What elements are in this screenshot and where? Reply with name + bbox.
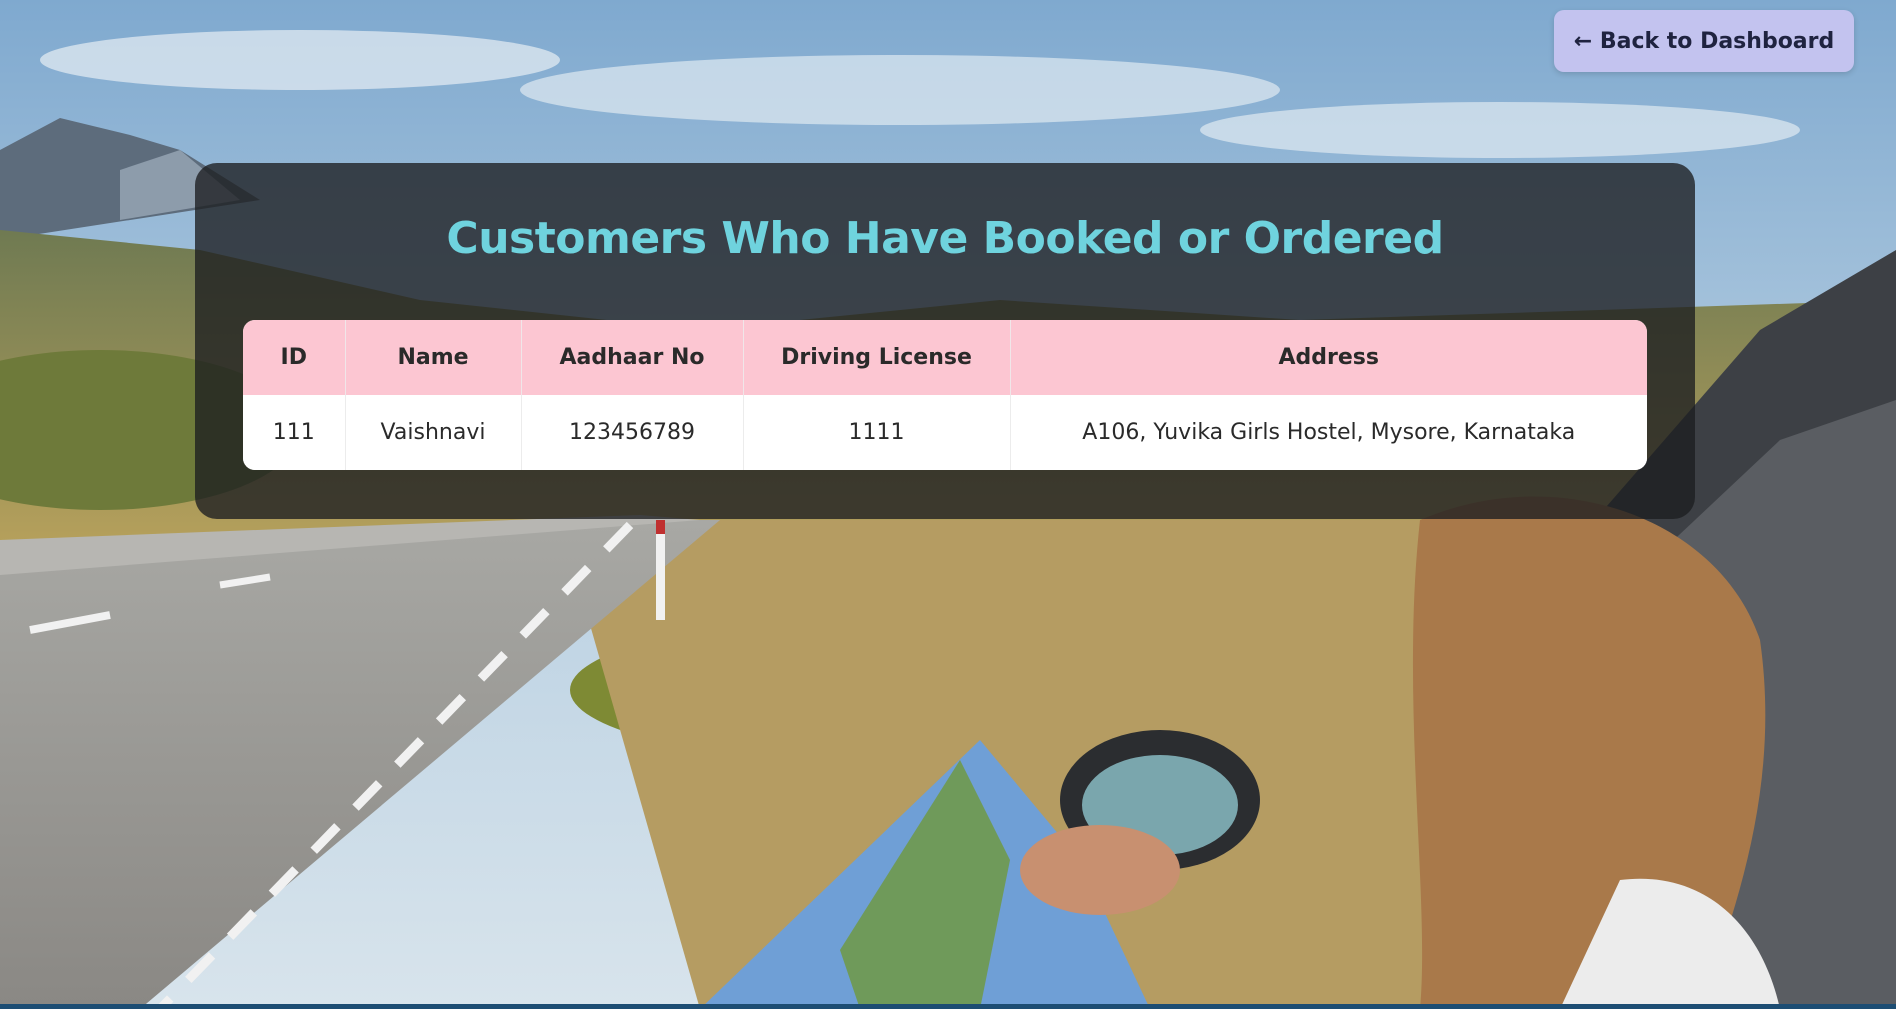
table-header-row: ID Name Aadhaar No Driving License Addre… (243, 320, 1647, 395)
cell-name: Vaishnavi (345, 395, 522, 470)
cell-driving-license: 1111 (743, 395, 1011, 470)
cell-aadhaar: 123456789 (521, 395, 744, 470)
cell-id: 111 (243, 395, 346, 470)
page-title: Customers Who Have Booked or Ordered (446, 213, 1444, 264)
table-row: 111 Vaishnavi 123456789 1111 A106, Yuvik… (243, 395, 1647, 470)
back-to-dashboard-button[interactable]: ← Back to Dashboard (1554, 10, 1854, 72)
column-header-address: Address (1010, 320, 1647, 395)
customers-table: ID Name Aadhaar No Driving License Addre… (243, 320, 1647, 470)
column-header-driving-license: Driving License (743, 320, 1011, 395)
column-header-name: Name (345, 320, 522, 395)
column-header-id: ID (243, 320, 346, 395)
customers-table-container: ID Name Aadhaar No Driving License Addre… (243, 320, 1647, 470)
column-header-aadhaar: Aadhaar No (521, 320, 744, 395)
cell-address: A106, Yuvika Girls Hostel, Mysore, Karna… (1010, 395, 1647, 470)
customers-panel: Customers Who Have Booked or Ordered ID … (195, 163, 1695, 519)
